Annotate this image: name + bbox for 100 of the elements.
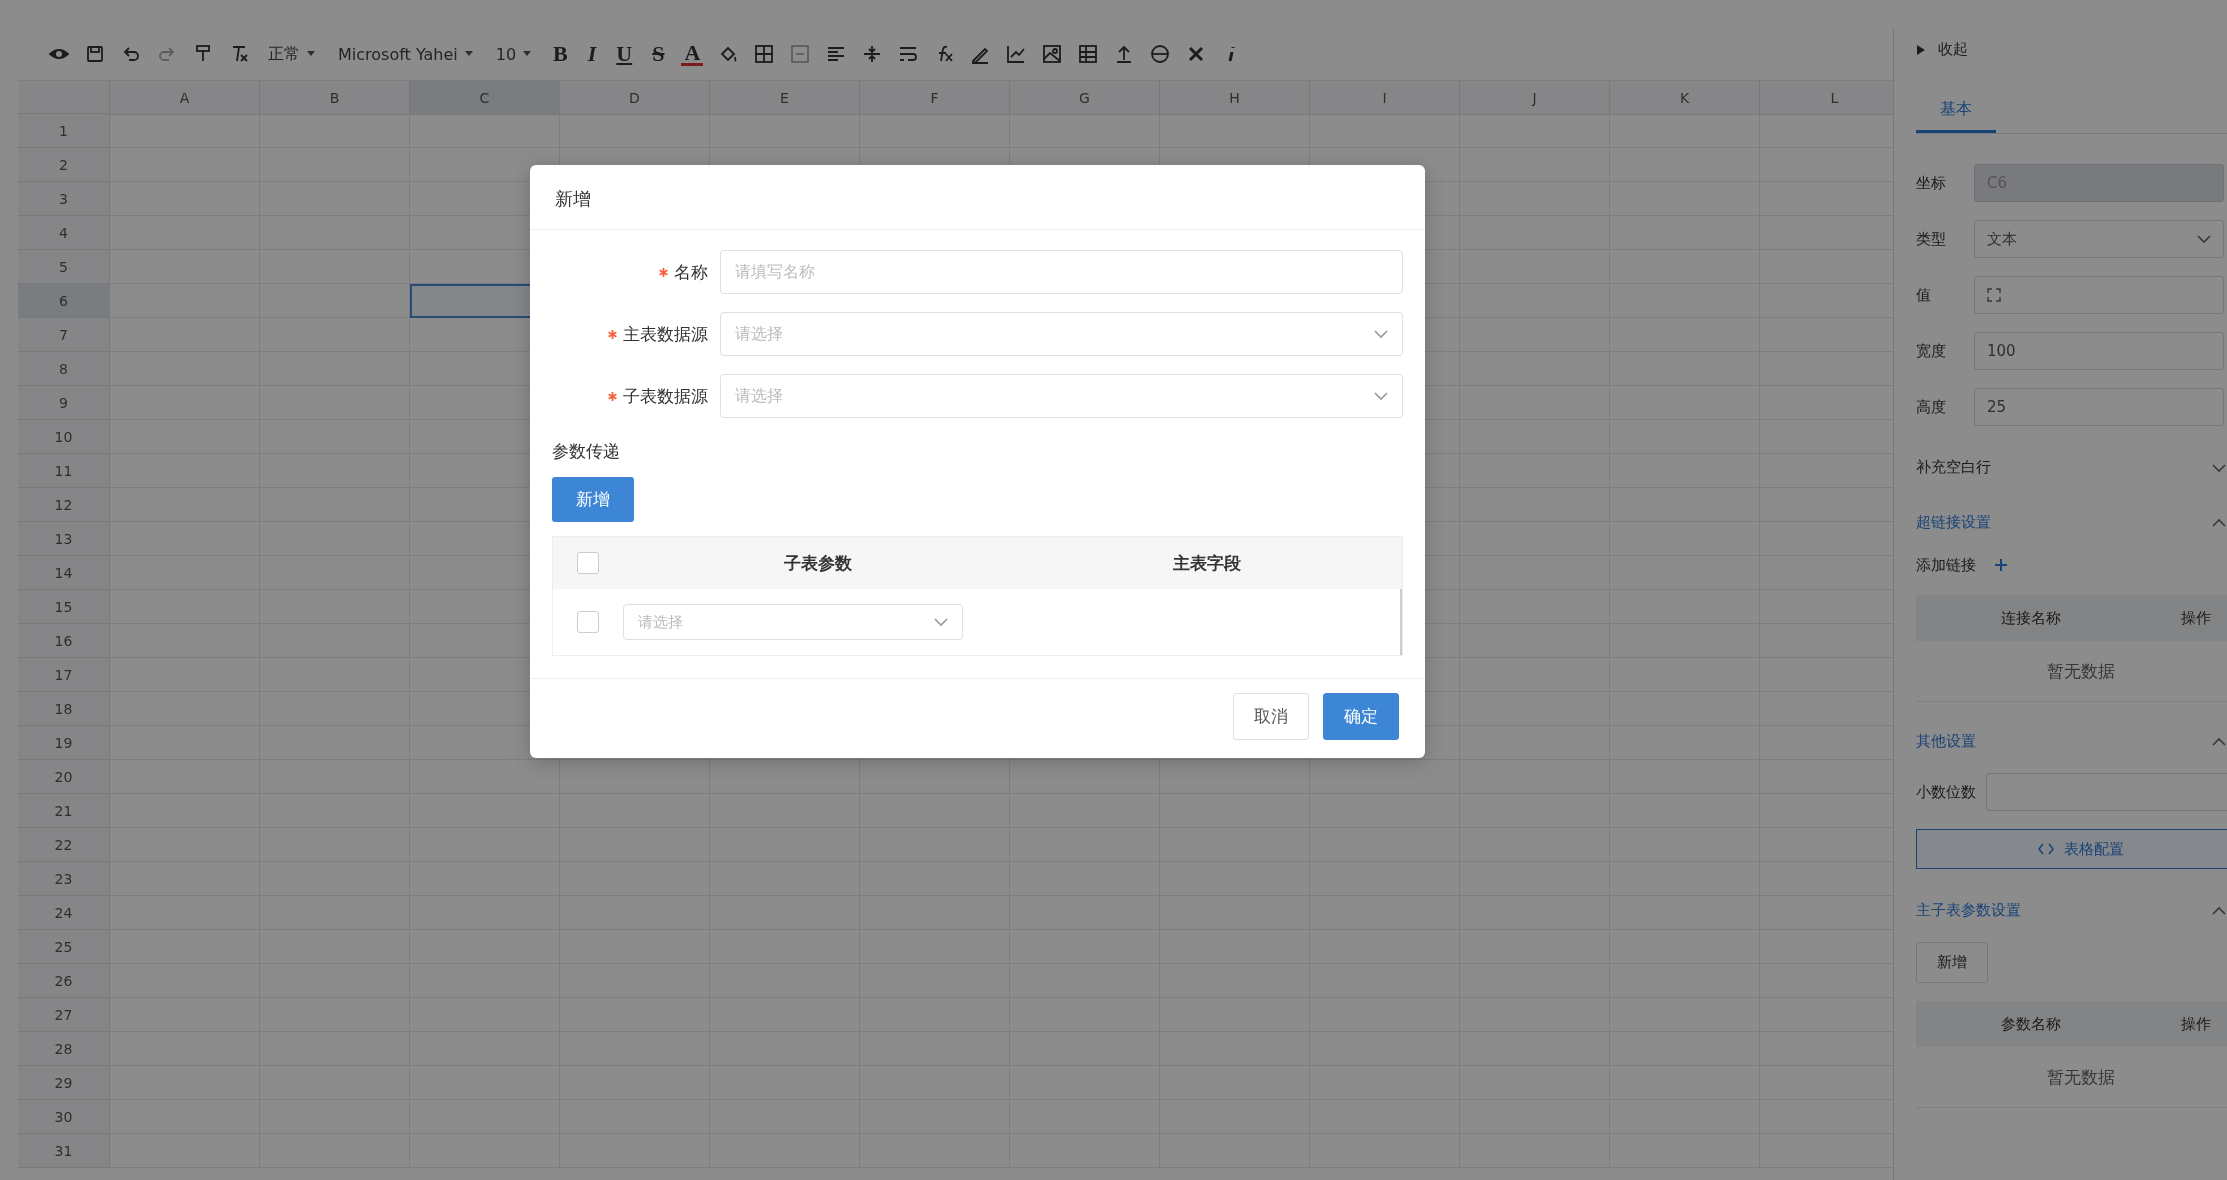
section-title[interactable]: 其他设置: [1916, 732, 1976, 751]
row-header[interactable]: 4: [18, 216, 110, 250]
row-header[interactable]: 26: [18, 964, 110, 998]
column-header[interactable]: D: [560, 81, 710, 115]
column-header[interactable]: K: [1610, 81, 1760, 115]
select-field[interactable]: 文本: [1974, 220, 2224, 258]
row-header[interactable]: 8: [18, 352, 110, 386]
checkbox[interactable]: [577, 552, 599, 574]
row-header[interactable]: 25: [18, 930, 110, 964]
font-size-dropdown[interactable]: 10: [491, 44, 537, 64]
column-header[interactable]: J: [1460, 81, 1610, 115]
row-header[interactable]: 6: [18, 284, 110, 318]
row-header[interactable]: 9: [18, 386, 110, 420]
row-header[interactable]: 15: [18, 590, 110, 624]
row-header[interactable]: 12: [18, 488, 110, 522]
chevron-down-icon: [1374, 391, 1388, 401]
row-header[interactable]: 1: [18, 114, 110, 148]
field-label: 坐标: [1916, 173, 1947, 193]
select-field[interactable]: 请选择: [720, 312, 1403, 356]
font-color-button[interactable]: A: [681, 42, 704, 66]
row-header[interactable]: 18: [18, 692, 110, 726]
row-header[interactable]: 7: [18, 318, 110, 352]
chevron-up-icon[interactable]: [2212, 736, 2226, 747]
style-dropdown[interactable]: 正常: [264, 43, 320, 65]
column-header[interactable]: G: [1010, 81, 1160, 115]
save-icon[interactable]: [84, 43, 106, 65]
row-header[interactable]: 14: [18, 556, 110, 590]
table-config-button[interactable]: 表格配置: [1916, 829, 2227, 869]
row-header[interactable]: 29: [18, 1066, 110, 1100]
column-title: 操作: [2180, 1014, 2212, 1034]
chevron-down-icon[interactable]: [2197, 234, 2211, 244]
column-title: 子表参数: [782, 551, 853, 575]
row-header[interactable]: 3: [18, 182, 110, 216]
row-header[interactable]: 16: [18, 624, 110, 658]
row-header[interactable]: 22: [18, 828, 110, 862]
line-chart-icon[interactable]: [1005, 43, 1028, 65]
collapse-button[interactable]: 收起: [1916, 36, 1968, 63]
select-field[interactable]: 请选择: [720, 374, 1403, 418]
font-dropdown[interactable]: Microsoft Yahei: [334, 44, 478, 64]
row-header[interactable]: 30: [18, 1100, 110, 1134]
column-header[interactable]: A: [110, 81, 260, 115]
row-header[interactable]: 27: [18, 998, 110, 1032]
circle-icon[interactable]: [1149, 43, 1172, 65]
section-title[interactable]: 主子表参数设置: [1916, 901, 2021, 920]
add-button[interactable]: 新增: [1916, 942, 1988, 983]
column-title: 操作: [2180, 608, 2212, 628]
row-header[interactable]: 23: [18, 862, 110, 896]
field-label: 高度: [1916, 397, 1947, 417]
row-header[interactable]: 13: [18, 522, 110, 556]
column-header[interactable]: I: [1310, 81, 1460, 115]
section-title[interactable]: 超链接设置: [1916, 513, 1991, 532]
border-grid-icon[interactable]: [753, 43, 776, 65]
expand-icon[interactable]: [1987, 288, 2001, 302]
cancel-button[interactable]: 取消: [1233, 693, 1309, 740]
bold-button[interactable]: B: [550, 41, 571, 67]
field-label: 值: [1916, 285, 1932, 305]
tab[interactable]: 基本: [1916, 89, 1996, 133]
caret-icon: [306, 50, 316, 58]
row-header[interactable]: 19: [18, 726, 110, 760]
merge-cells-icon[interactable]: [789, 43, 812, 65]
section-label: 参数传递: [552, 440, 621, 463]
column-header[interactable]: H: [1160, 81, 1310, 115]
column-header[interactable]: C: [410, 81, 560, 115]
chevron-up-icon[interactable]: [2212, 905, 2226, 916]
row-header[interactable]: 17: [18, 658, 110, 692]
row-header[interactable]: 5: [18, 250, 110, 284]
field-label: 子表数据源: [623, 384, 708, 408]
empty-text: 暂无数据: [1916, 641, 2227, 702]
section-title[interactable]: 补充空白行: [1916, 458, 1991, 477]
code-icon: [2038, 843, 2054, 855]
input-field[interactable]: 100: [1974, 332, 2224, 370]
row-header[interactable]: 10: [18, 420, 110, 454]
strikethrough-button[interactable]: S: [649, 41, 668, 67]
input-field[interactable]: [1974, 276, 2224, 314]
add-button[interactable]: 新增: [552, 477, 634, 522]
row-header[interactable]: 11: [18, 454, 110, 488]
input-field[interactable]: 25: [1974, 388, 2224, 426]
checkbox[interactable]: [577, 611, 599, 633]
table-icon[interactable]: [1077, 43, 1100, 65]
chevron-down-icon[interactable]: [2212, 462, 2226, 473]
row-header[interactable]: 2: [18, 148, 110, 182]
select-field[interactable]: 请选择: [623, 604, 963, 640]
column-header[interactable]: E: [710, 81, 860, 115]
confirm-button[interactable]: 确定: [1323, 693, 1399, 740]
row-header[interactable]: 20: [18, 760, 110, 794]
row-header[interactable]: 24: [18, 896, 110, 930]
column-header[interactable]: F: [860, 81, 1010, 115]
underline-button[interactable]: U: [613, 41, 636, 67]
image-icon[interactable]: [1041, 43, 1064, 65]
chevron-up-icon[interactable]: [2212, 517, 2226, 528]
dialog-title: 新增: [530, 165, 1425, 230]
row-header[interactable]: 31: [18, 1134, 110, 1168]
field-label: 宽度: [1916, 341, 1947, 361]
row-header[interactable]: 28: [18, 1032, 110, 1066]
input-field[interactable]: 请填写名称: [720, 250, 1403, 294]
row-header[interactable]: 21: [18, 794, 110, 828]
column-header[interactable]: L: [1760, 81, 1893, 115]
field-label: 添加链接: [1916, 556, 1976, 575]
italic-button[interactable]: I: [584, 41, 600, 67]
column-header[interactable]: B: [260, 81, 410, 115]
